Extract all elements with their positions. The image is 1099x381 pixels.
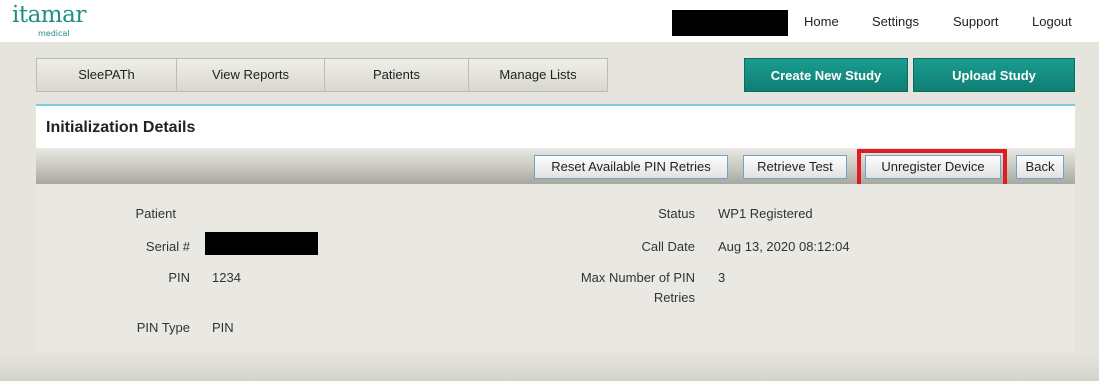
call-date-label: Call Date [641, 239, 695, 254]
reset-pin-retries-button[interactable]: Reset Available PIN Retries [534, 155, 728, 179]
call-date-value: Aug 13, 2020 08:12:04 [718, 239, 850, 254]
patient-label: Patient [135, 206, 176, 221]
upload-study-button[interactable]: Upload Study [913, 58, 1075, 92]
serial-label: Serial # [145, 239, 190, 254]
page-title: Initialization Details [46, 119, 196, 136]
redacted-serial-number [205, 232, 318, 255]
redacted-username [672, 10, 788, 36]
support-link[interactable]: Support [953, 14, 999, 29]
max-pin-retries-value: 3 [718, 270, 726, 285]
retrieve-test-button[interactable]: Retrieve Test [743, 155, 847, 179]
back-button[interactable]: Back [1016, 155, 1064, 179]
logo-subtitle: medical [38, 29, 70, 38]
main-nav-tabs: SleePATh View Reports Patients Manage Li… [36, 58, 608, 92]
details-panel [36, 184, 1075, 352]
pin-value: 1234 [212, 270, 241, 285]
logout-link[interactable]: Logout [1032, 14, 1072, 29]
tab-patients[interactable]: Patients [325, 59, 469, 91]
pin-type-label: PIN Type [136, 320, 190, 335]
tab-view-reports[interactable]: View Reports [177, 59, 325, 91]
tab-manage-lists[interactable]: Manage Lists [469, 59, 607, 91]
logo-wordmark: itamar [12, 2, 86, 28]
settings-link[interactable]: Settings [872, 14, 919, 29]
itamar-logo[interactable]: itamar medical [12, 2, 92, 42]
content-frame-footer [0, 353, 1099, 381]
max-pin-retries-label-line2: Retries [653, 290, 695, 305]
pin-label: PIN [168, 270, 190, 285]
max-pin-retries-label-line1: Max Number of PIN [580, 270, 695, 285]
unregister-highlight-annotation [857, 149, 1007, 189]
status-label: Status [658, 206, 695, 221]
panel-header: Initialization Details [36, 106, 1075, 148]
create-new-study-button[interactable]: Create New Study [744, 58, 908, 92]
home-link[interactable]: Home [804, 14, 839, 29]
top-header: itamar medical Home Settings Support Log… [0, 0, 1099, 42]
tab-sleepath[interactable]: SleePATh [37, 59, 177, 91]
status-value: WP1 Registered [718, 206, 813, 221]
pin-type-value: PIN [212, 320, 234, 335]
